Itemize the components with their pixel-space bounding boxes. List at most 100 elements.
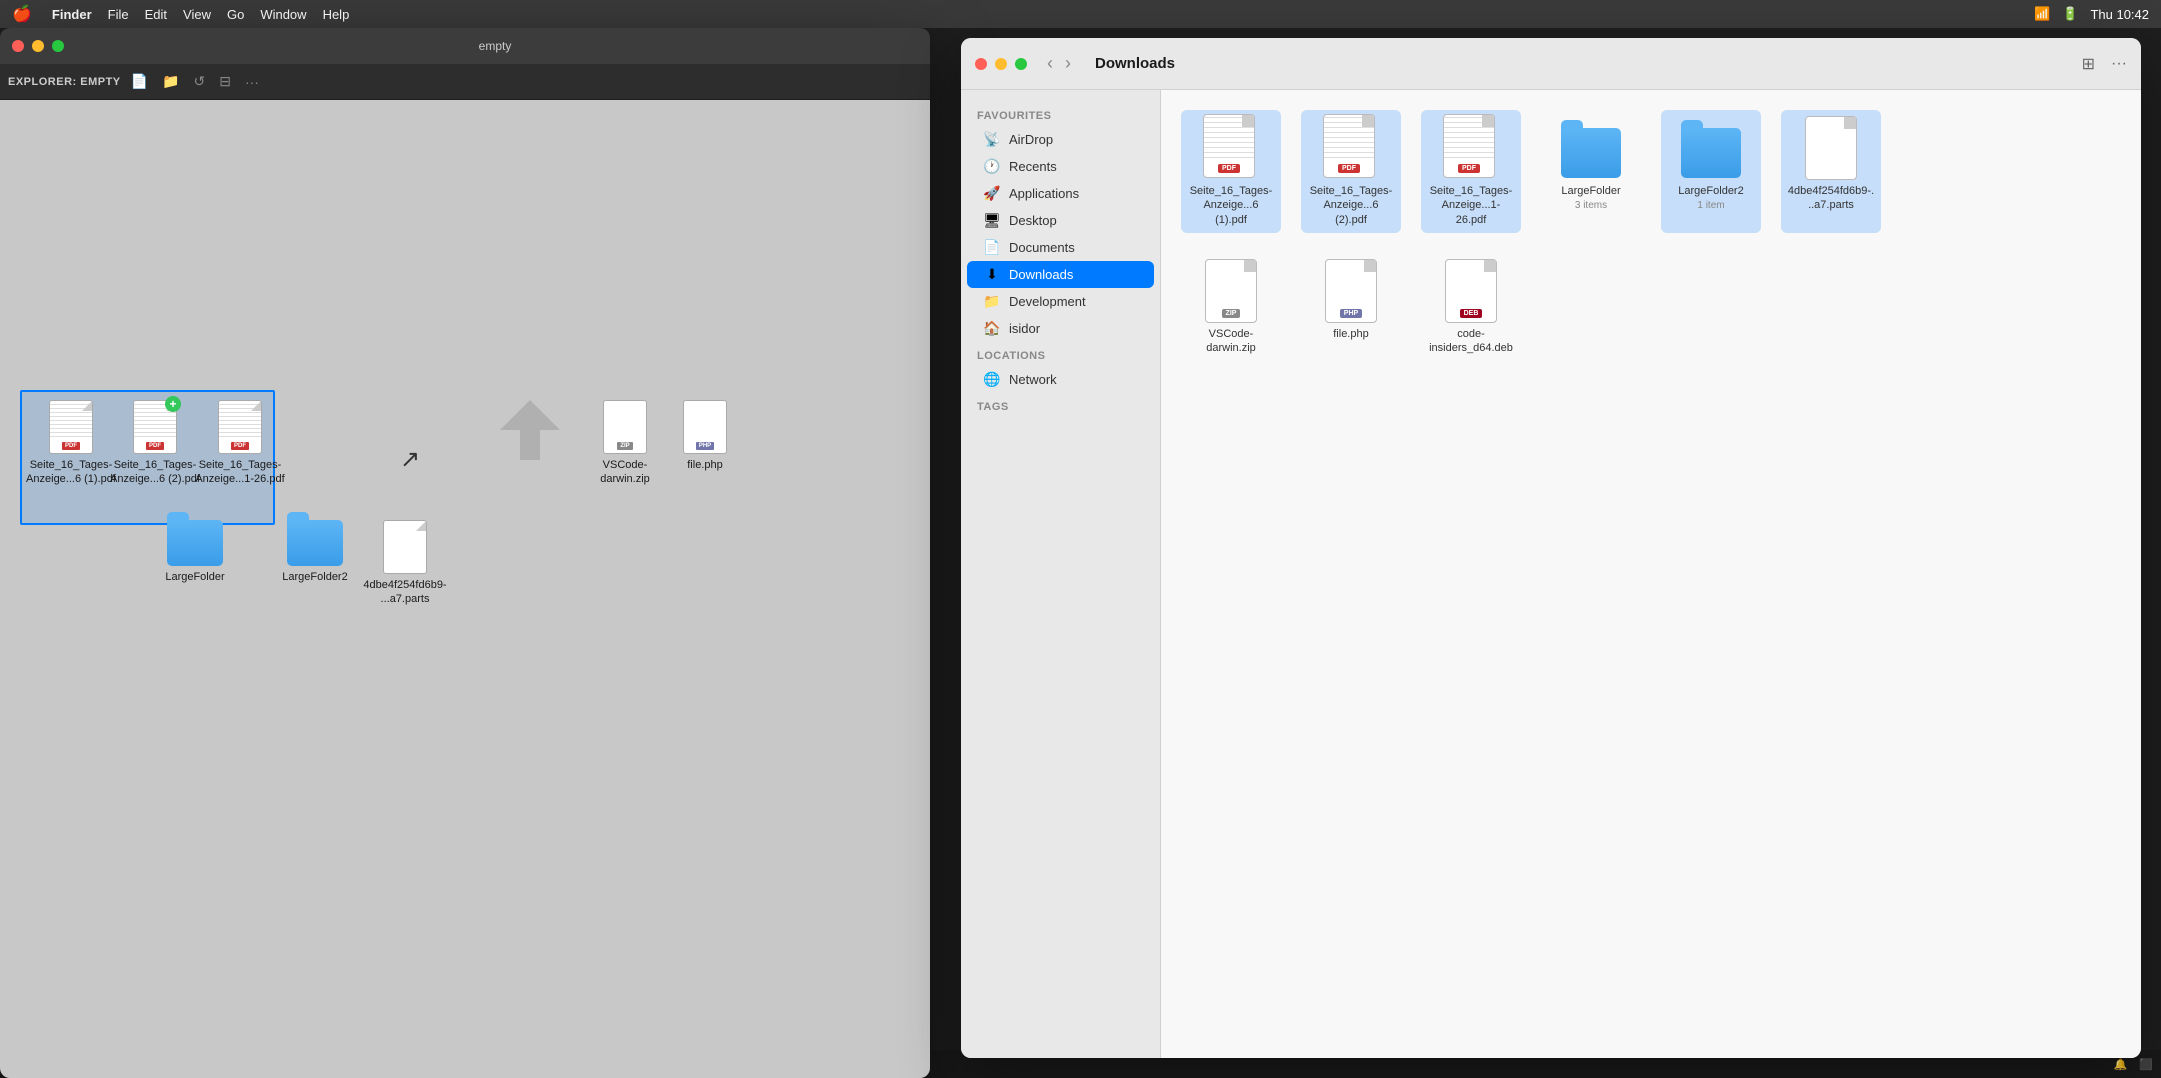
zip-icon: ZIP: [603, 400, 647, 454]
dragged-pdf2[interactable]: PDF + Seite_16_Tages-Anzeige...6 (2).pdf: [110, 400, 200, 487]
dragged-parts[interactable]: 4dbe4f254fd6b9-...a7.parts: [360, 520, 450, 607]
vscode-minimize-button[interactable]: [32, 40, 44, 52]
finder-item-folder2[interactable]: LargeFolder21 item: [1661, 110, 1761, 233]
airdrop-icon: 📡: [983, 131, 1001, 148]
battery-icon: 🔋: [2062, 6, 2078, 22]
dragged-pdf1[interactable]: PDF Seite_16_Tages-Anzeige...6 (1).pdf: [26, 400, 116, 487]
finder-sidebar: Favourites 📡 AirDrop 🕐 Recents 🚀 Applica…: [961, 90, 1161, 1058]
sidebar-item-downloads[interactable]: ⬇ Downloads: [967, 261, 1154, 288]
sidebar-item-downloads-label: Downloads: [1009, 267, 1073, 282]
sidebar-item-desktop-label: Desktop: [1009, 213, 1057, 228]
downloads-icon: ⬇: [983, 266, 1001, 283]
clock: Thu 10:42: [2090, 7, 2149, 22]
menu-file[interactable]: File: [108, 7, 129, 22]
finder-other-files: ZIP VSCode-darwin.zip PHP: [1181, 253, 2121, 362]
sidebar-item-airdrop-label: AirDrop: [1009, 132, 1053, 147]
folder1-finder-label: LargeFolder3 items: [1561, 184, 1620, 213]
sidebar-item-development[interactable]: 📁 Development: [967, 288, 1154, 315]
recents-icon: 🕐: [983, 158, 1001, 175]
main-area: empty EXPLORER: EMPTY 📄 📁 ↺ ⊟ ···: [0, 28, 2161, 1050]
vscode-editor-area: PDF Seite_16_Tages-Anzeige...6 (1).pdf P…: [0, 100, 930, 1078]
dragged-pdf3[interactable]: PDF Seite_16_Tages-Anzeige...1-26.pdf: [195, 400, 285, 487]
refresh-button[interactable]: ↺: [190, 71, 210, 92]
finder-item-pdf1[interactable]: PDF Seite_16_Tages-Anzeige...6 (1).pdf: [1181, 110, 1281, 233]
dragged-folder1[interactable]: LargeFolder: [150, 520, 240, 584]
sidebar-item-applications-label: Applications: [1009, 186, 1079, 201]
folder1-icon: [167, 520, 223, 566]
sidebar-item-documents-label: Documents: [1009, 240, 1075, 255]
finder-window-title: Downloads: [1095, 55, 1175, 72]
menu-window[interactable]: Window: [260, 7, 306, 22]
finder-minimize-button[interactable]: [995, 58, 1007, 70]
notification-icon[interactable]: 🔔: [2114, 1058, 2128, 1071]
sidebar-item-applications[interactable]: 🚀 Applications: [967, 180, 1154, 207]
apple-menu[interactable]: 🍎: [12, 4, 32, 24]
menu-view[interactable]: View: [183, 7, 211, 22]
pdf1-icon: PDF: [49, 400, 93, 454]
sidebar-item-desktop[interactable]: 🖥 Desktop: [967, 207, 1154, 234]
dragged-zip[interactable]: ZIP VSCode-darwin.zip: [580, 400, 670, 487]
sidebar-item-isidor-label: isidor: [1009, 321, 1040, 336]
finder-item-php[interactable]: PHP file.php: [1301, 253, 1401, 362]
sidebar-item-recents[interactable]: 🕐 Recents: [967, 153, 1154, 180]
menu-edit[interactable]: Edit: [145, 7, 167, 22]
folder2-finder-icon: [1679, 116, 1743, 180]
deb-finder-label: code-insiders_d64.deb: [1427, 327, 1515, 356]
php-label: file.php: [687, 458, 722, 472]
more-button[interactable]: ···: [241, 72, 263, 92]
desktop-icon: 🖥: [983, 212, 1001, 229]
terminal-icon[interactable]: ⬛: [2139, 1058, 2153, 1071]
sidebar-item-recents-label: Recents: [1009, 159, 1057, 174]
sidebar-item-airdrop[interactable]: 📡 AirDrop: [967, 126, 1154, 153]
menu-finder[interactable]: Finder: [52, 7, 92, 22]
pdf1-finder-label: Seite_16_Tages-Anzeige...6 (1).pdf: [1187, 184, 1275, 227]
isidor-icon: 🏠: [983, 320, 1001, 337]
finder-main: PDF Seite_16_Tages-Anzeige...6 (1).pdf: [1161, 90, 2141, 1058]
zip-finder-label: VSCode-darwin.zip: [1187, 327, 1275, 356]
finder-item-pdf2[interactable]: PDF Seite_16_Tages-Anzeige...6 (2).pdf: [1301, 110, 1401, 233]
finder-titlebar: ‹ › Downloads ⊞ ···: [961, 38, 2141, 90]
pdf1-label: Seite_16_Tages-Anzeige...6 (1).pdf: [26, 458, 116, 487]
finder-item-deb[interactable]: DEB code-insiders_d64.deb: [1421, 253, 1521, 362]
finder-view-toggle[interactable]: ⊞: [2082, 54, 2095, 74]
php-icon: PHP: [683, 400, 727, 454]
finder-item-zip[interactable]: ZIP VSCode-darwin.zip: [1181, 253, 1281, 362]
folder2-label: LargeFolder2: [282, 570, 347, 584]
parts-finder-label: 4dbe4f254fd6b9-...a7.parts: [1787, 184, 1875, 213]
statusbar-right: 🔔 ⬛: [2114, 1058, 2153, 1071]
cursor-arrow: ↗: [400, 445, 420, 474]
finder-item-folder1[interactable]: LargeFolder3 items: [1541, 110, 1641, 233]
pdf1-finder-icon: PDF: [1199, 116, 1263, 180]
explorer-label: EXPLORER: EMPTY: [8, 76, 121, 88]
finder-item-parts[interactable]: 4dbe4f254fd6b9-...a7.parts: [1781, 110, 1881, 233]
finder-item-pdf3[interactable]: PDF Seite_16_Tages-Anzeige...1-26.pdf: [1421, 110, 1521, 233]
favourites-label: Favourites: [961, 102, 1160, 126]
vscode-titlebar: empty: [0, 28, 930, 64]
pdf2-finder-label: Seite_16_Tages-Anzeige...6 (2).pdf: [1307, 184, 1395, 227]
menu-go[interactable]: Go: [227, 7, 244, 22]
vscode-close-button[interactable]: [12, 40, 24, 52]
sidebar-item-documents[interactable]: 📄 Documents: [967, 234, 1154, 261]
sidebar-item-network[interactable]: 🌐 Network: [967, 366, 1154, 393]
zip-finder-icon: ZIP: [1199, 259, 1263, 323]
sidebar-item-network-label: Network: [1009, 372, 1057, 387]
collapse-button[interactable]: ⊟: [215, 71, 235, 92]
new-file-button[interactable]: 📄: [127, 71, 152, 92]
dragged-folder2[interactable]: LargeFolder2: [270, 520, 360, 584]
finder-more-button[interactable]: ···: [2111, 55, 2127, 73]
pdf3-finder-icon: PDF: [1439, 116, 1503, 180]
applications-icon: 🚀: [983, 185, 1001, 202]
finder-forward-button[interactable]: ›: [1061, 51, 1075, 76]
vscode-window: empty EXPLORER: EMPTY 📄 📁 ↺ ⊟ ···: [0, 28, 930, 1078]
locations-label: Locations: [961, 342, 1160, 366]
finder-maximize-button[interactable]: [1015, 58, 1027, 70]
pdf3-label: Seite_16_Tages-Anzeige...1-26.pdf: [195, 458, 284, 487]
vscode-maximize-button[interactable]: [52, 40, 64, 52]
finder-close-button[interactable]: [975, 58, 987, 70]
menu-help[interactable]: Help: [323, 7, 350, 22]
sidebar-item-isidor[interactable]: 🏠 isidor: [967, 315, 1154, 342]
tags-label: Tags: [961, 393, 1160, 417]
wifi-icon[interactable]: 📶: [2034, 6, 2050, 22]
new-folder-button[interactable]: 📁: [158, 71, 183, 92]
finder-back-button[interactable]: ‹: [1043, 51, 1057, 76]
